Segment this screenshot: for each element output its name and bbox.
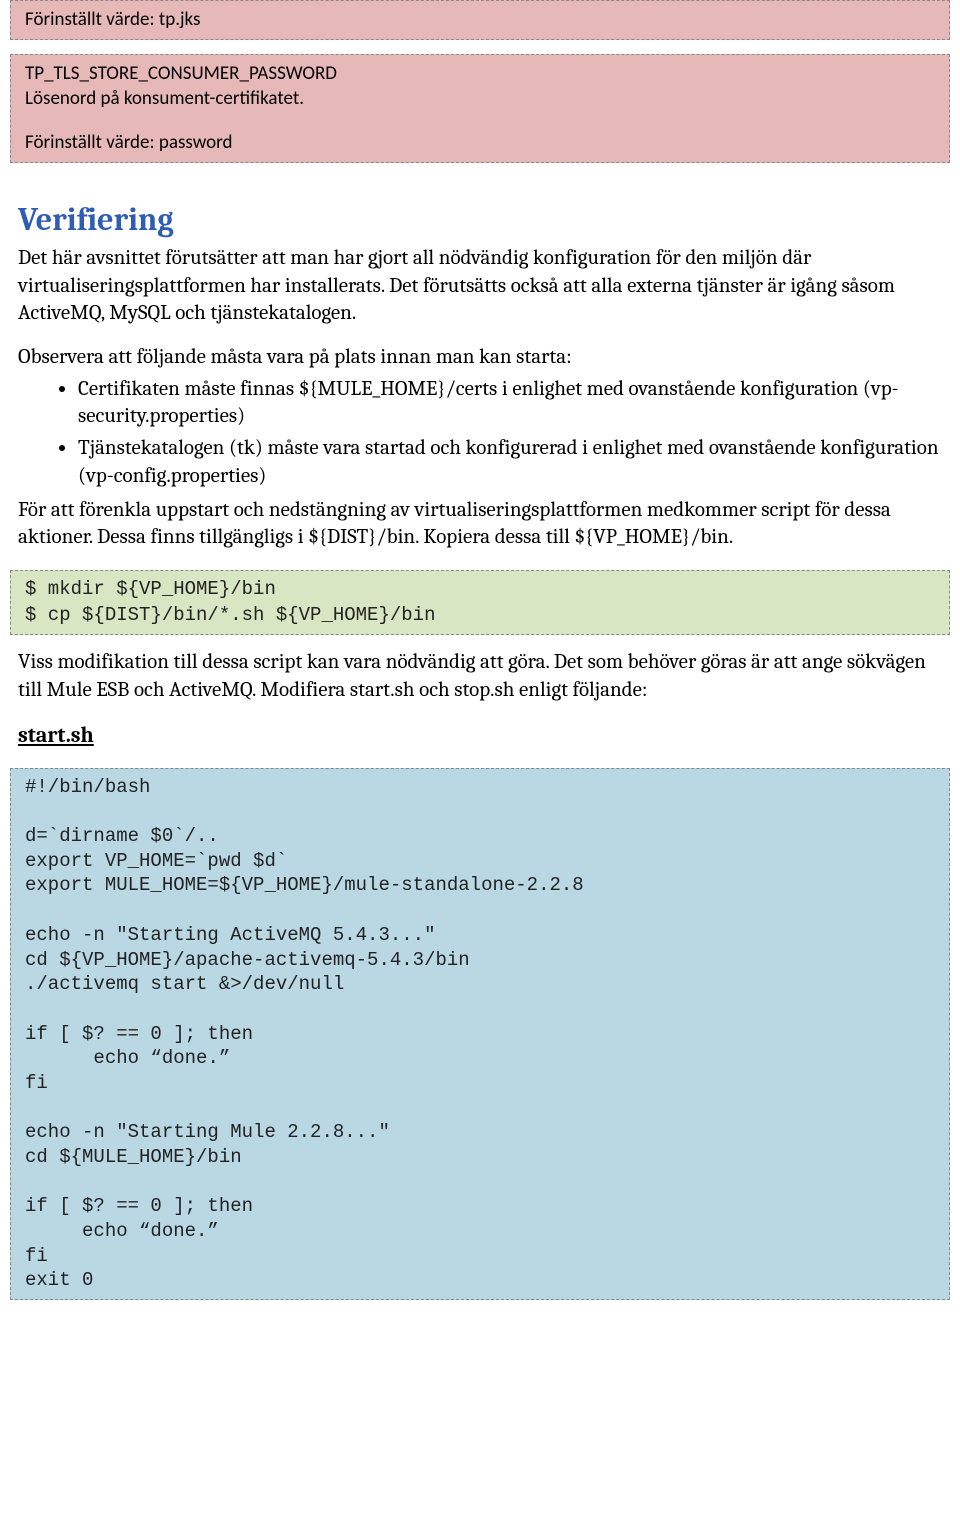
mid-content: Viss modifikation till dessa script kan … bbox=[18, 649, 942, 749]
preset-box-2-line3: Förinställt värde: password bbox=[25, 130, 935, 156]
modification-paragraph: Viss modifikation till dessa script kan … bbox=[18, 649, 942, 704]
main-content: Verifiering Det här avsnittet förutsätte… bbox=[18, 199, 942, 552]
shell-commands-box: $ mkdir ${VP_HOME}/bin $ cp ${DIST}/bin/… bbox=[10, 570, 950, 635]
startsh-heading: start.sh bbox=[18, 721, 942, 750]
preset-box-2: TP_TLS_STORE_CONSUMER_PASSWORD Lösenord … bbox=[10, 54, 950, 163]
preset-box-1: Förinställt värde: tp.jks bbox=[10, 0, 950, 40]
shell-commands-text: $ mkdir ${VP_HOME}/bin $ cp ${DIST}/bin/… bbox=[25, 577, 935, 628]
observe-intro: Observera att följande måsta vara på pla… bbox=[18, 344, 942, 372]
preset-box-2-line2: Lösenord på konsument-certifikatet. bbox=[25, 86, 935, 112]
list-item: Certifikaten måste finnas ${MULE_HOME}/c… bbox=[78, 376, 942, 431]
preset-box-2-line1: TP_TLS_STORE_CONSUMER_PASSWORD bbox=[25, 61, 935, 87]
list-item: Tjänstekatalogen (tk) måste vara startad… bbox=[78, 435, 942, 490]
observe-list: Certifikaten måste finnas ${MULE_HOME}/c… bbox=[18, 376, 942, 491]
after-bullets-paragraph: För att förenkla uppstart och nedstängni… bbox=[18, 497, 942, 552]
intro-paragraph: Det här avsnittet förutsätter att man ha… bbox=[18, 245, 942, 328]
section-heading-verifiering: Verifiering bbox=[18, 199, 942, 241]
startsh-code-box: #!/bin/bash d=`dirname $0`/.. export VP_… bbox=[10, 768, 950, 1300]
preset-box-1-text: Förinställt värde: tp.jks bbox=[25, 8, 200, 31]
startsh-code-text: #!/bin/bash d=`dirname $0`/.. export VP_… bbox=[25, 775, 935, 1293]
